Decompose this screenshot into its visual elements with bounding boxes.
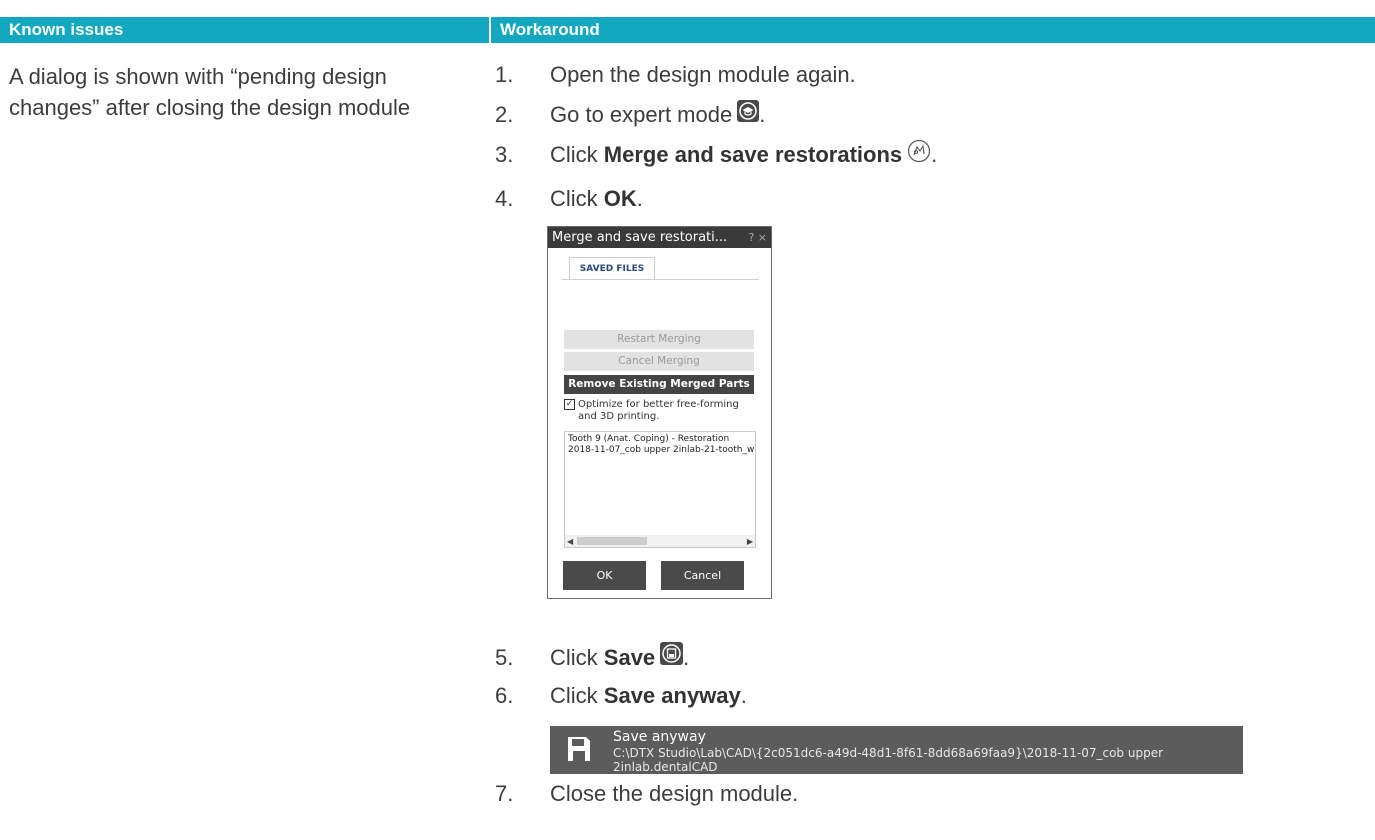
step-4: 4. Click OK . (495, 183, 643, 214)
optimize-label-2: and 3D printing. (578, 411, 660, 422)
merge-restorations-icon (907, 139, 931, 171)
tab-saved-files[interactable]: SAVED FILES (569, 257, 655, 280)
checkbox-checked-icon[interactable]: ✓ (564, 399, 575, 410)
step-text: Close the design module. (550, 781, 799, 806)
step-1: 1. Open the design module again. (495, 59, 856, 90)
restart-merging-button[interactable]: Restart Merging (564, 330, 754, 349)
step-text: Go to expert mode (550, 102, 733, 127)
table-header: Known issues Workaround (0, 17, 1375, 43)
horizontal-scrollbar[interactable]: ◀ ▶ (565, 535, 755, 547)
list-item[interactable]: Tooth 9 (Anat. Coping) - Restoration (568, 434, 752, 445)
known-issue-text: A dialog is shown with “pending design c… (9, 64, 411, 120)
step-text: Click (550, 186, 604, 211)
expert-mode-icon (737, 99, 760, 130)
step-6: 6. Click Save anyway . (495, 680, 747, 711)
floppy-disk-icon (567, 736, 591, 766)
saved-files-list[interactable]: Tooth 9 (Anat. Coping) - Restoration 201… (564, 431, 756, 548)
header-known-issues: Known issues (0, 17, 491, 43)
save-anyway-option[interactable]: Save anyway C:\DTX Studio\Lab\CAD\{2c051… (550, 726, 1243, 774)
step-number: 2. (495, 102, 514, 127)
step-text: Click (550, 683, 604, 708)
step-bold-text: Save anyway (603, 683, 741, 708)
save-anyway-path: C:\DTX Studio\Lab\CAD\{2c051dc6-a49d-48d… (613, 746, 1164, 774)
step-7: 7. Close the design module. (495, 778, 798, 809)
step-bold-text: Save (603, 645, 656, 670)
step-3: 3. Click Merge and save restorations . (495, 139, 937, 170)
step-bold-text: OK (603, 186, 637, 211)
cancel-merging-button[interactable]: Cancel Merging (564, 352, 754, 371)
ok-button[interactable]: OK (563, 561, 646, 590)
step-bold-text: Merge and save restorations (603, 142, 903, 167)
merge-save-dialog: Merge and save restorati... ? × SAVED FI… (547, 226, 772, 599)
step-2: 2. Go to expert mode . (495, 99, 765, 130)
step-number: 3. (495, 142, 514, 167)
header-workaround: Workaround (491, 17, 1375, 43)
step-number: 5. (495, 645, 514, 670)
step-text: Open the design module again. (550, 62, 856, 87)
optimize-label-1: Optimize for better free-forming (578, 399, 739, 410)
step-text: Click (550, 645, 604, 670)
cancel-button[interactable]: Cancel (661, 561, 744, 590)
step-number: 4. (495, 186, 514, 211)
remove-merged-parts-button[interactable]: Remove Existing Merged Parts (564, 375, 754, 394)
dialog-title-controls[interactable]: ? × (748, 227, 767, 248)
dialog-titlebar: Merge and save restorati... ? × (548, 227, 771, 248)
scroll-left-icon[interactable]: ◀ (567, 536, 573, 547)
scrollbar-thumb[interactable] (577, 537, 647, 545)
step-text: Click (550, 142, 604, 167)
step-5: 5. Click Save . (495, 642, 689, 673)
save-anyway-title: Save anyway (613, 729, 706, 745)
step-suffix: . (740, 683, 747, 708)
tab-divider (562, 279, 759, 280)
dialog-title: Merge and save restorati... (552, 230, 728, 245)
step-suffix: . (636, 186, 643, 211)
list-item[interactable]: 2018-11-07_cob upper 2inlab-21-tooth_wi (568, 445, 755, 456)
optimize-checkbox[interactable]: ✓ Optimize for better free-forming and 3D… (564, 399, 739, 423)
save-icon (660, 642, 684, 673)
step-number: 6. (495, 683, 514, 708)
scroll-right-icon[interactable]: ▶ (747, 536, 753, 547)
step-number: 1. (495, 62, 514, 87)
step-number: 7. (495, 781, 514, 806)
